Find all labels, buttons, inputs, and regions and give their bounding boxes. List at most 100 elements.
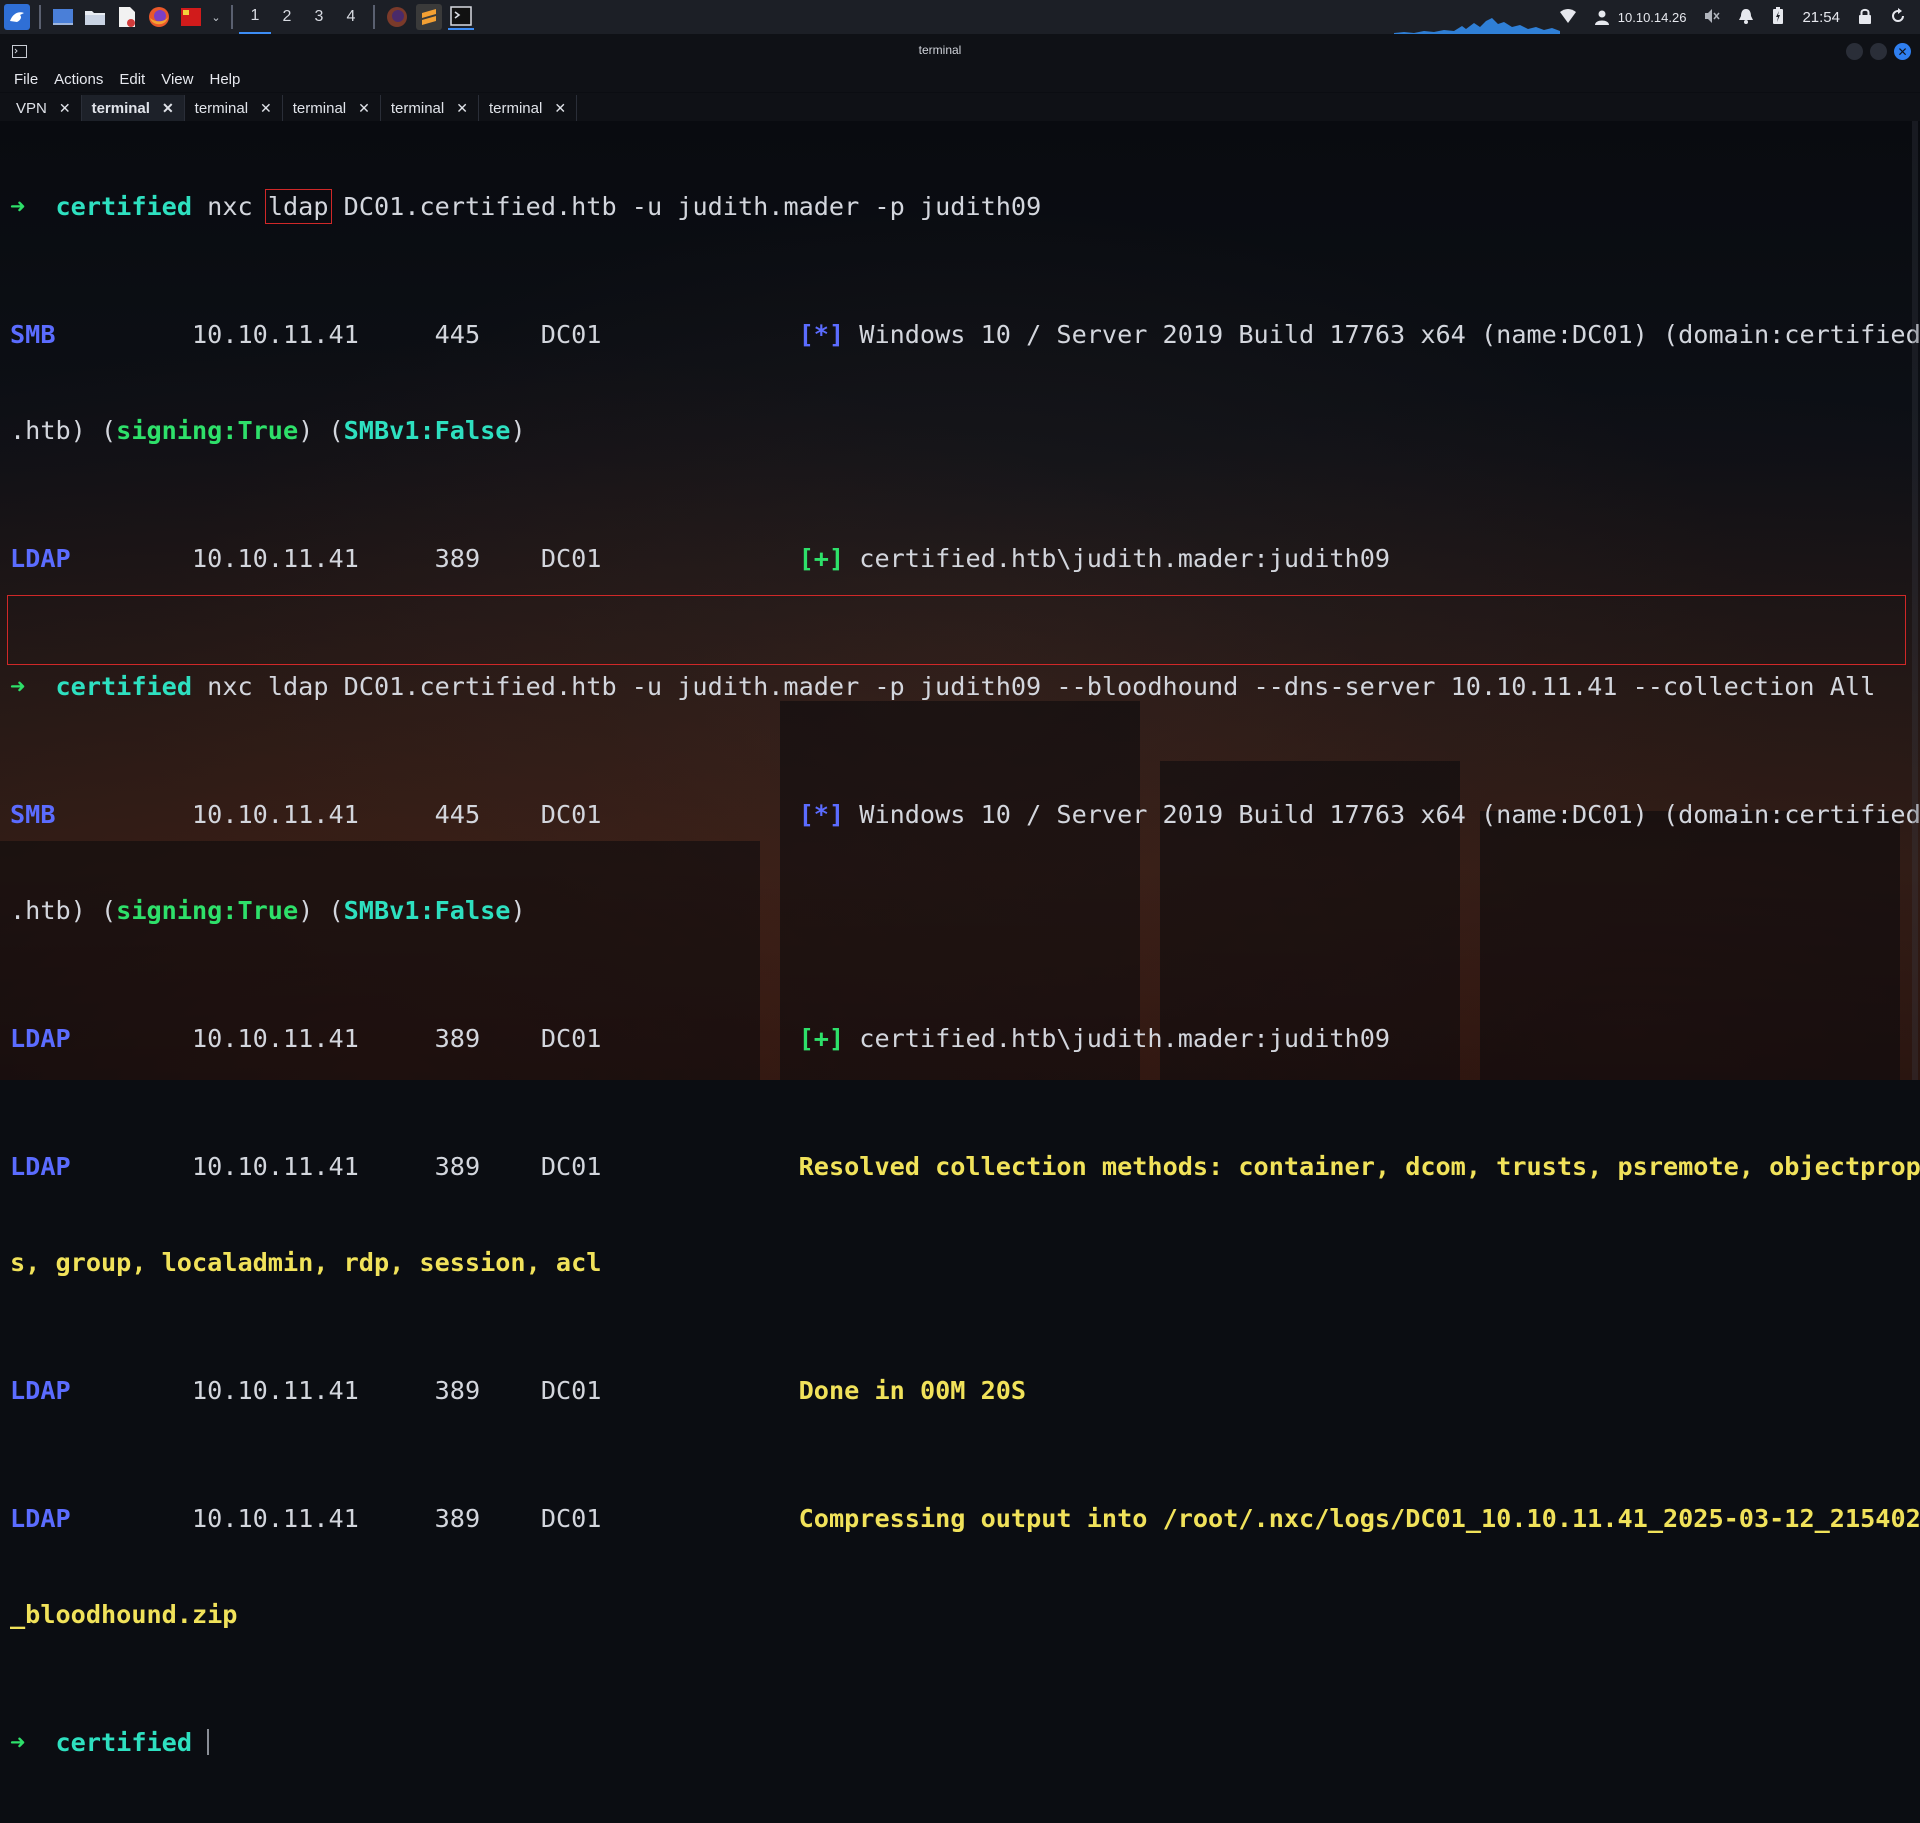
host-text: DC01: [540, 800, 602, 829]
taskbar-separator: [231, 5, 233, 29]
tab-terminal[interactable]: terminal ✕: [185, 95, 283, 121]
menu-actions[interactable]: Actions: [54, 71, 103, 88]
menu-file[interactable]: File: [14, 71, 38, 88]
separator-text: ) (: [298, 416, 344, 445]
terminal-line: SMB 10.10.11.41 445 DC01 [*] Windows 10 …: [10, 319, 1920, 351]
signing-flag: signing:True: [116, 416, 299, 445]
prompt-arrow: ➜: [10, 672, 26, 701]
host-text: DC01: [540, 1376, 602, 1405]
command-text: nxc ldap DC01.certified.htb -u judith.ma…: [207, 672, 1876, 701]
separator-text: ) (: [298, 896, 344, 925]
terminal-window-icon[interactable]: [448, 4, 474, 30]
smb-info: Windows 10 / Server 2019 Build 17763 x64…: [844, 320, 1920, 349]
highlighted-ldap: ldap: [264, 189, 332, 224]
window-titlebar[interactable]: terminal ✕: [0, 34, 1920, 66]
mute-icon[interactable]: [1704, 8, 1721, 27]
terminal-line: s, group, localadmin, rdp, session, acl: [10, 1247, 1920, 1279]
sublime-icon[interactable]: [416, 4, 442, 30]
menu-view[interactable]: View: [161, 71, 193, 88]
file-manager-icon[interactable]: [82, 4, 108, 30]
network-graph-icon: [1394, 18, 1560, 34]
terminal-line: LDAP 10.10.11.41 389 DC01 Done in 00M 20…: [10, 1375, 1920, 1407]
tab-label: terminal: [292, 99, 347, 117]
lock-icon[interactable]: [1858, 8, 1872, 27]
user-icon: [1594, 10, 1609, 25]
workspace-3[interactable]: 3: [303, 0, 335, 34]
tab-label: VPN: [16, 99, 47, 117]
refresh-icon[interactable]: [1890, 7, 1906, 27]
ip-text: 10.10.11.41: [192, 1152, 359, 1181]
tab-terminal[interactable]: terminal ✕: [479, 95, 578, 121]
clock[interactable]: 21:54: [1802, 9, 1840, 26]
workspace-1[interactable]: 1: [239, 0, 271, 34]
close-icon[interactable]: ✕: [554, 100, 566, 117]
compress-text-cont: _bloodhound.zip: [10, 1600, 238, 1629]
terminal-line: .htb) (signing:True) (SMBv1:False): [10, 415, 1920, 447]
tab-vpn[interactable]: VPN ✕: [6, 95, 82, 121]
bell-icon[interactable]: [1738, 8, 1754, 27]
taskbar-launchers: ⌄ 1 2 3 4: [0, 0, 477, 34]
firefox-window-icon[interactable]: [384, 4, 410, 30]
port-text: 389: [434, 1024, 481, 1053]
minimize-button[interactable]: [1846, 43, 1863, 60]
prompt-dir: certified: [55, 1728, 192, 1757]
workspace-4[interactable]: 4: [335, 0, 367, 34]
close-icon[interactable]: ✕: [59, 100, 71, 117]
wifi-icon[interactable]: [1559, 8, 1576, 26]
tab-terminal[interactable]: terminal ✕: [283, 95, 381, 121]
smbv1-flag: SMBv1:False: [343, 896, 511, 925]
terminal-line: LDAP 10.10.11.41 389 DC01 [+] certified.…: [10, 543, 1920, 575]
host-text: DC01: [540, 320, 602, 349]
scrollbar[interactable]: [1912, 121, 1918, 1080]
host-text: DC01: [540, 1152, 602, 1181]
command-text: DC01.certified.htb -u judith.mader -p ju…: [328, 192, 1042, 221]
taskbar-separator: [39, 5, 41, 29]
port-text: 389: [434, 1504, 481, 1533]
signing-flag: signing:True: [116, 896, 299, 925]
terminal-text: ➜ certified nxc ldap DC01.certified.htb …: [10, 127, 1920, 1823]
close-icon[interactable]: ✕: [162, 100, 174, 117]
workspace-2[interactable]: 2: [271, 0, 303, 34]
resolved-text-cont: s, group, localadmin, rdp, session, acl: [10, 1248, 602, 1277]
protocol-label: SMB: [10, 320, 56, 349]
menu-help[interactable]: Help: [209, 71, 240, 88]
tab-label: terminal: [390, 99, 445, 117]
close-icon[interactable]: ✕: [358, 100, 370, 117]
taskbar: ⌄ 1 2 3 4 10.10.14.26 21:54: [0, 0, 1920, 34]
done-text: Done in 00M 20S: [798, 1376, 1027, 1405]
close-button[interactable]: ✕: [1894, 43, 1911, 60]
vpn-indicator[interactable]: 10.10.14.26: [1594, 9, 1686, 25]
close-paren: ): [510, 896, 526, 925]
port-text: 389: [434, 1152, 481, 1181]
terminal-output[interactable]: ➜ certified nxc ldap DC01.certified.htb …: [0, 121, 1920, 1757]
tab-terminal-active[interactable]: terminal ✕: [81, 95, 185, 121]
maximize-button[interactable]: [1870, 43, 1887, 60]
chevron-down-icon[interactable]: ⌄: [210, 4, 222, 30]
prompt-arrow: ➜: [10, 1728, 26, 1757]
terminal-line: LDAP 10.10.11.41 389 DC01 Resolved colle…: [10, 1151, 1920, 1183]
close-icon[interactable]: ✕: [260, 100, 272, 117]
port-text: 445: [434, 320, 481, 349]
auth-text: certified.htb\judith.mader:judith09: [844, 544, 1391, 573]
close-icon[interactable]: ✕: [456, 100, 468, 117]
desktop-icon[interactable]: [50, 4, 76, 30]
system-tray: 10.10.14.26 21:54: [1559, 0, 1920, 34]
battery-icon[interactable]: [1772, 6, 1784, 28]
text-editor-icon[interactable]: [114, 4, 140, 30]
compress-text: Compressing output into /root/.nxc/logs/…: [798, 1504, 1920, 1533]
kali-menu-icon[interactable]: [4, 4, 30, 30]
auth-text: certified.htb\judith.mader:judith09: [844, 1024, 1391, 1053]
smb-info: Windows 10 / Server 2019 Build 17763 x64…: [844, 800, 1920, 829]
ip-text: 10.10.11.41: [191, 320, 359, 349]
info-marker: [*]: [798, 800, 845, 829]
port-text: 389: [434, 544, 481, 573]
red-app-icon[interactable]: [178, 4, 204, 30]
menu-edit[interactable]: Edit: [119, 71, 145, 88]
ip-text: 10.10.11.41: [192, 1024, 359, 1053]
tab-terminal[interactable]: terminal ✕: [381, 95, 479, 121]
firefox-icon[interactable]: [146, 4, 172, 30]
tab-label: terminal: [91, 99, 150, 117]
protocol-label: LDAP: [10, 544, 71, 573]
ip-text: 10.10.11.41: [191, 800, 359, 829]
ip-text: 10.10.11.41: [192, 1376, 359, 1405]
